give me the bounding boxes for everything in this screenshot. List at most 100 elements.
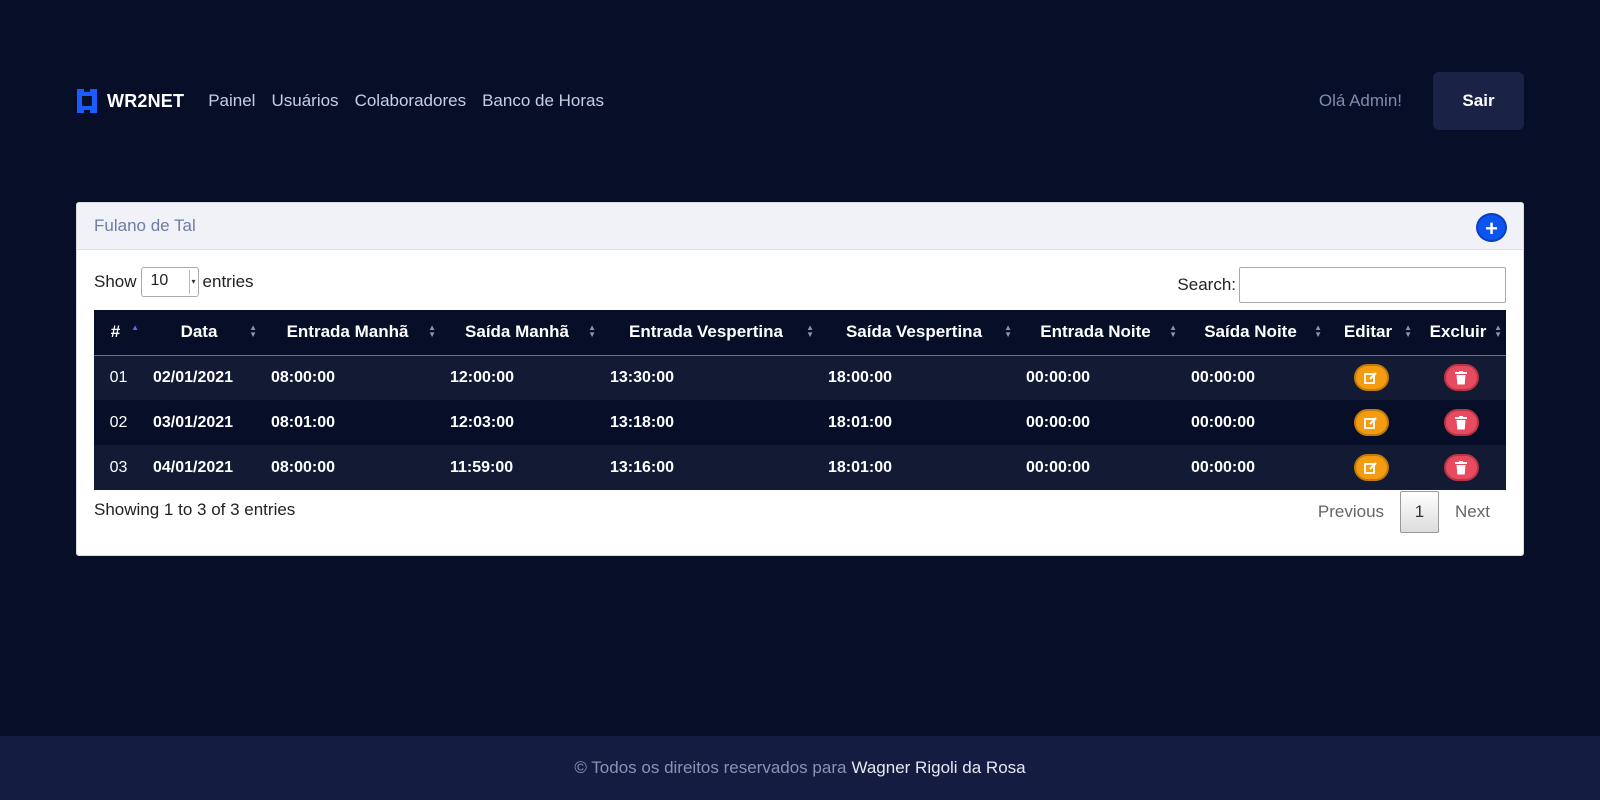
cell-entrada-noite: 00:00:00 <box>1026 458 1091 476</box>
card-header: Fulano de Tal + <box>77 203 1523 250</box>
cell-excluir <box>1416 400 1506 445</box>
nav-right: Olá Admin! Sair <box>1319 72 1524 130</box>
col-header-saida-vespertina[interactable]: Saída Vespertina ▲ ▼ <box>818 310 1016 356</box>
cell-data: 02/01/2021 <box>153 368 234 386</box>
entries-select[interactable]: 10 ▾ <box>140 267 199 297</box>
cell-number: 03 <box>109 458 128 476</box>
edit-button[interactable] <box>1353 364 1389 392</box>
edit-button[interactable] <box>1353 454 1389 481</box>
col-header-saida-manha[interactable]: Saída Manhã ▲ ▼ <box>440 310 600 356</box>
sort-icon: ▲ ▼ <box>588 323 596 339</box>
pagination: Previous 1 Next <box>1302 491 1506 533</box>
footer-copyright: © Todos os direitos reservados para <box>574 758 847 777</box>
cell-saida-vespertina: 18:01:00 <box>828 413 893 431</box>
table-row: 01 02/01/2021 08:00:00 12:00:00 13:30:00… <box>94 355 1506 400</box>
col-header-excluir[interactable]: Excluir ▲ ▼ <box>1416 310 1506 356</box>
search: Search: <box>1177 267 1506 303</box>
nav-link-usuarios[interactable]: Usuários <box>271 91 338 111</box>
previous-page-button[interactable]: Previous <box>1302 502 1400 522</box>
col-header-saida-noite[interactable]: Saída Noite ▲ ▼ <box>1181 310 1326 356</box>
table-header-row: # ▲ Data ▲ ▼ Entrada Manhã ▲ ▼ Saída Manhã ▲ ▼ … <box>94 310 1506 356</box>
cell-saida-vespertina: 18:00:00 <box>828 368 893 386</box>
show-label: Show <box>94 272 137 291</box>
navbar: WR2NET Painel Usuários Colaboradores Ban… <box>77 72 1524 130</box>
cell-data: 04/01/2021 <box>153 458 234 476</box>
entries-length: Show 10 ▾ entries <box>94 267 254 297</box>
nav-link-painel[interactable]: Painel <box>208 91 255 111</box>
cell-saida-manha: 12:03:00 <box>450 413 515 431</box>
col-header-entrada-vespertina[interactable]: Entrada Vespertina ▲ ▼ <box>600 310 818 356</box>
cell-entrada-vespertina: 13:30:00 <box>610 368 675 386</box>
logout-button[interactable]: Sair <box>1433 72 1524 130</box>
nav-link-banco-de-horas[interactable]: Banco de Horas <box>482 91 604 111</box>
footer: © Todos os direitos reservados para Wagn… <box>0 736 1600 800</box>
delete-button[interactable] <box>1443 409 1479 436</box>
col-header-entrada-noite[interactable]: Entrada Noite ▲ ▼ <box>1016 310 1181 356</box>
greeting: Olá Admin! <box>1318 91 1402 110</box>
cell-entrada-vespertina: 13:18:00 <box>610 413 675 431</box>
sort-icon: ▲ ▼ <box>1169 323 1177 339</box>
delete-button[interactable] <box>1443 364 1479 392</box>
timesheet-table: # ▲ Data ▲ ▼ Entrada Manhã ▲ ▼ Saída Manhã ▲ ▼ … <box>94 310 1506 490</box>
cell-excluir <box>1416 445 1506 490</box>
col-header-editar[interactable]: Editar ▲ ▼ <box>1326 310 1416 356</box>
search-label: Search: <box>1177 275 1236 294</box>
cell-entrada-manha: 08:00:00 <box>271 368 336 386</box>
trash-icon <box>1455 370 1467 385</box>
cell-saida-manha: 12:00:00 <box>450 368 515 386</box>
cell-saida-manha: 11:59:00 <box>450 458 514 476</box>
cell-editar <box>1326 355 1416 400</box>
cell-entrada-noite: 00:00:00 <box>1026 413 1091 431</box>
sort-icon: ▲ ▼ <box>249 323 257 339</box>
chevron-down-icon: ▾ <box>188 270 198 294</box>
logo-icon <box>77 89 97 113</box>
cell-entrada-vespertina: 13:16:00 <box>610 458 675 476</box>
card-title: Fulano de Tal <box>94 216 196 235</box>
delete-button[interactable] <box>1443 454 1479 481</box>
cell-data: 03/01/2021 <box>153 413 234 431</box>
add-button[interactable]: + <box>1476 213 1507 242</box>
table-row: 03 04/01/2021 08:00:00 11:59:00 13:16:00… <box>94 445 1506 490</box>
sort-icon: ▲ ▼ <box>428 323 436 339</box>
sort-asc-icon: ▲ <box>131 323 139 332</box>
edit-icon <box>1364 371 1377 384</box>
cell-saida-noite: 00:00:00 <box>1191 413 1256 431</box>
sort-icon: ▲ ▼ <box>1494 323 1502 339</box>
brand[interactable]: WR2NET <box>77 89 184 113</box>
table-row: 02 03/01/2021 08:01:00 12:03:00 13:18:00… <box>94 400 1506 445</box>
footer-author[interactable]: Wagner Rigoli da Rosa <box>851 758 1025 778</box>
table-info: Showing 1 to 3 of 3 entries <box>94 500 296 519</box>
cell-entrada-manha: 08:00:00 <box>271 458 336 476</box>
timesheet-card: Fulano de Tal + Show 10 ▾ entries Search… <box>76 202 1524 556</box>
entries-label: entries <box>202 272 254 291</box>
page-button-1[interactable]: 1 <box>1400 491 1440 533</box>
cell-number: 02 <box>109 413 128 431</box>
col-header-entrada-manha[interactable]: Entrada Manhã ▲ ▼ <box>261 310 440 356</box>
search-input[interactable] <box>1239 267 1506 303</box>
cell-number: 01 <box>109 368 128 386</box>
nav-link-colaboradores[interactable]: Colaboradores <box>355 91 467 111</box>
cell-excluir <box>1416 355 1506 400</box>
sort-icon: ▲ ▼ <box>1004 323 1012 339</box>
next-page-button[interactable]: Next <box>1439 502 1506 522</box>
table-controls: Show 10 ▾ entries Search: <box>77 250 1523 310</box>
sort-icon: ▲ ▼ <box>806 323 814 339</box>
sort-icon: ▲ ▼ <box>1404 323 1412 339</box>
nav-links: Painel Usuários Colaboradores Banco de H… <box>208 91 620 111</box>
sort-icon: ▲ ▼ <box>1314 323 1322 339</box>
cell-saida-noite: 00:00:00 <box>1191 458 1256 476</box>
brand-name: WR2NET <box>107 90 185 111</box>
entries-select-value: 10 <box>150 272 169 289</box>
cell-entrada-noite: 00:00:00 <box>1026 368 1091 386</box>
edit-button[interactable] <box>1353 409 1389 436</box>
col-header-number[interactable]: # ▲ <box>94 310 143 356</box>
edit-icon <box>1364 461 1377 474</box>
trash-icon <box>1455 415 1467 429</box>
cell-entrada-manha: 08:01:00 <box>271 413 336 431</box>
trash-icon <box>1455 460 1467 474</box>
cell-saida-vespertina: 18:01:00 <box>828 458 893 476</box>
edit-icon <box>1364 416 1377 429</box>
cell-saida-noite: 00:00:00 <box>1191 368 1256 386</box>
col-header-data[interactable]: Data ▲ ▼ <box>143 310 261 356</box>
cell-editar <box>1326 445 1416 490</box>
